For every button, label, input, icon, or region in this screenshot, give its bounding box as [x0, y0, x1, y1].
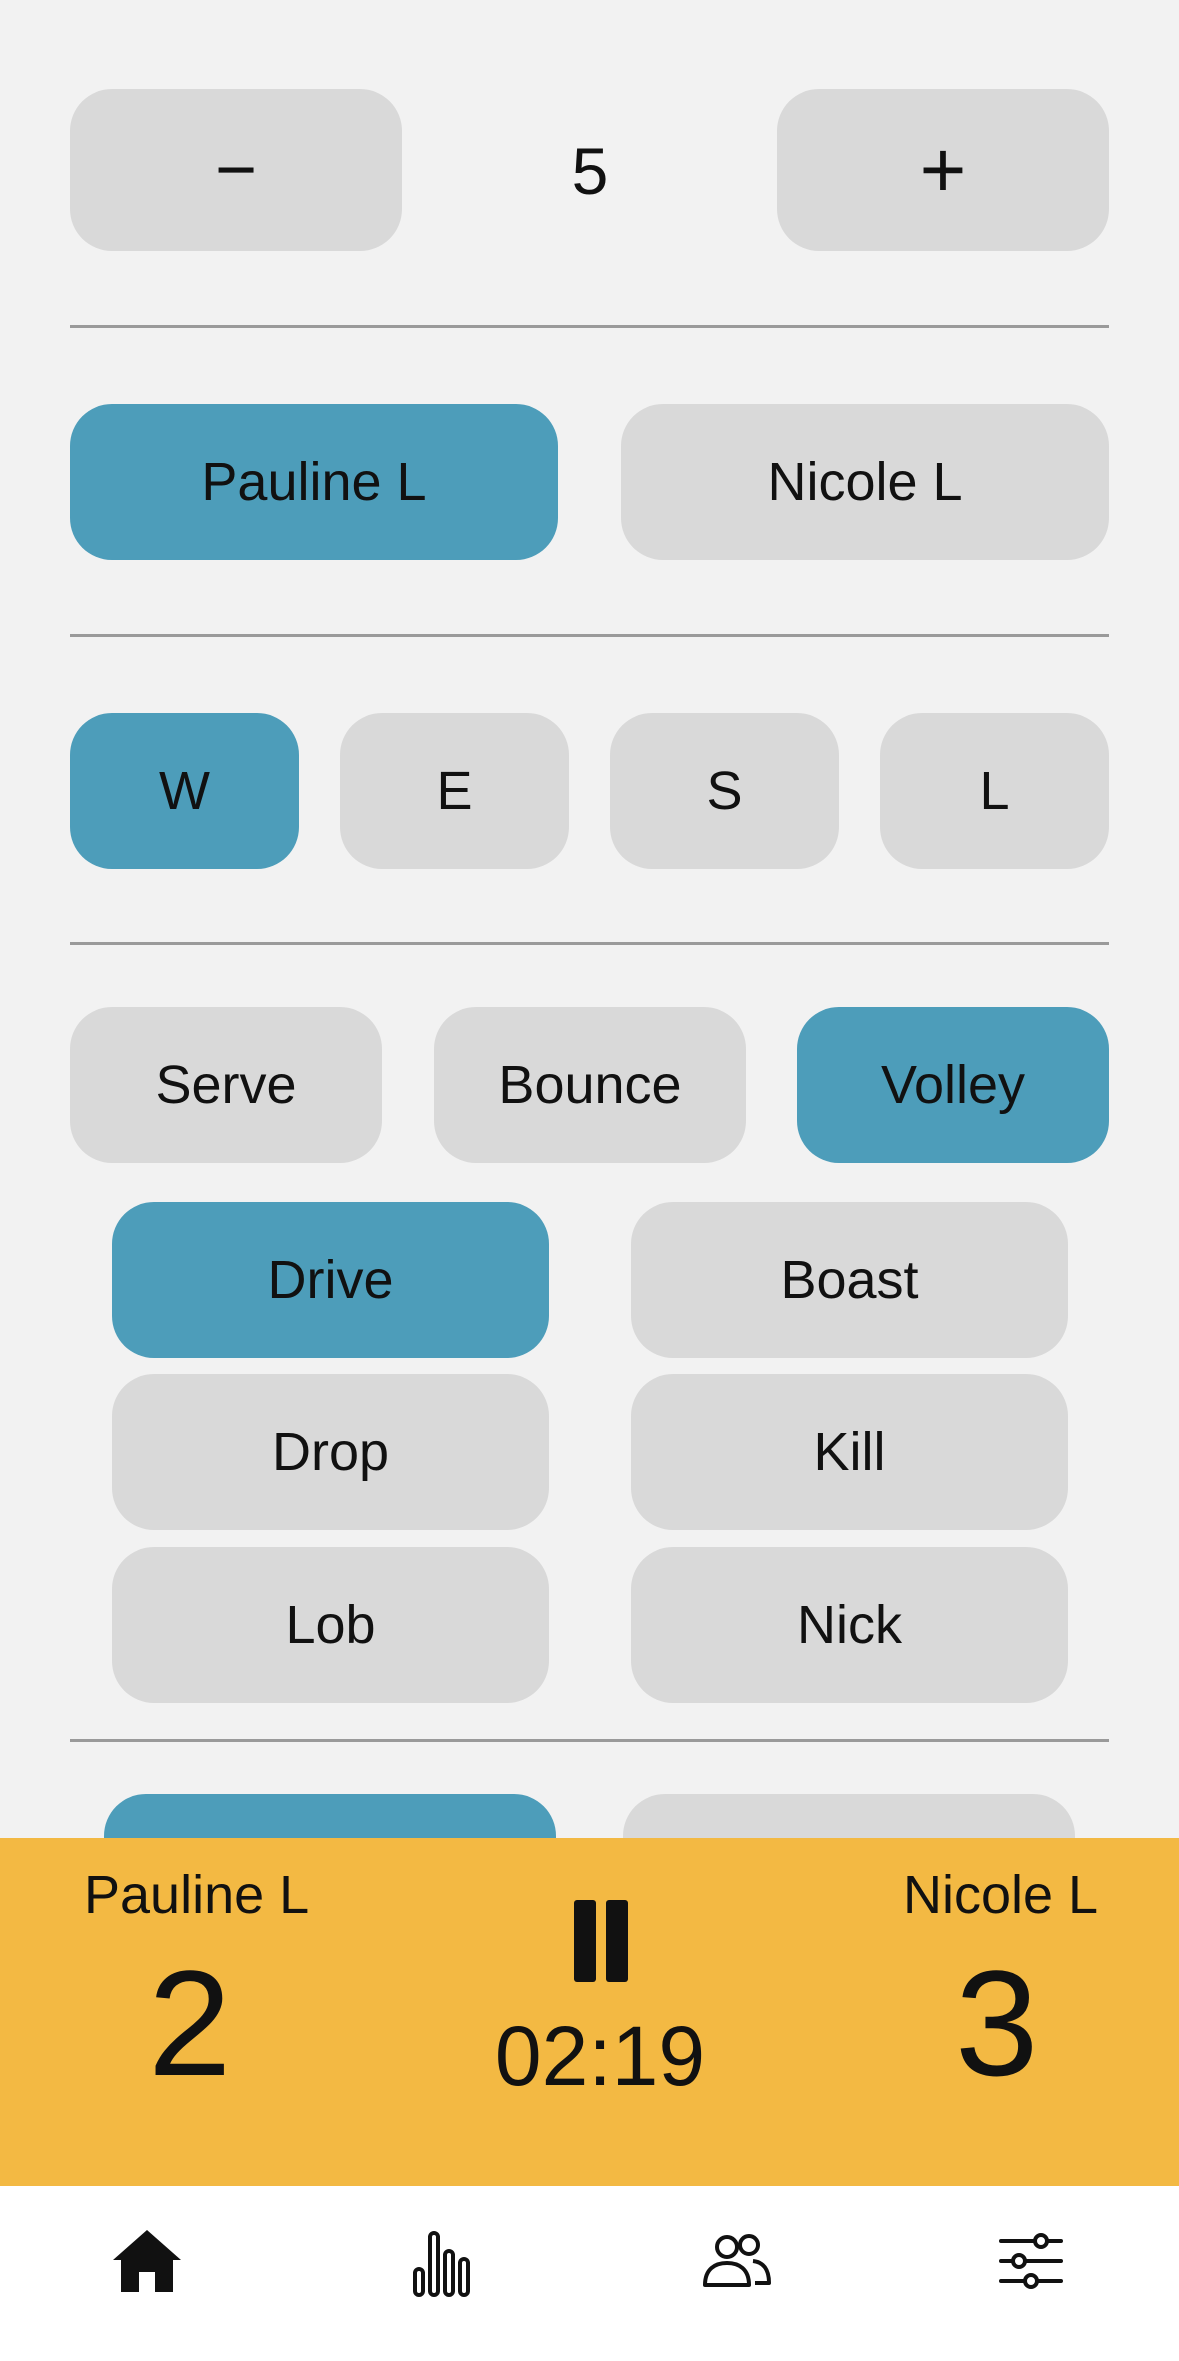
decrement-button[interactable]: − [70, 89, 402, 251]
left-player-name: Pauline L [84, 1865, 310, 1925]
tab-stats[interactable] [398, 2216, 488, 2306]
zone-button-w[interactable]: W [70, 713, 299, 869]
home-icon [113, 2230, 181, 2292]
match-timer: 02:19 [494, 2009, 706, 2103]
shot-type-bounce[interactable]: Bounce [434, 1007, 746, 1163]
divider [70, 1739, 1109, 1742]
stats-icon [413, 2231, 470, 2297]
zone-button-e[interactable]: E [340, 713, 569, 869]
shot-button-kill[interactable]: Kill [631, 1374, 1068, 1530]
shot-type-serve[interactable]: Serve [70, 1007, 382, 1163]
scoreboard: Pauline L 2 02:19 Nicole L 3 [0, 1838, 1179, 2186]
players-icon [703, 2234, 771, 2287]
divider [70, 325, 1109, 328]
count-value: 5 [571, 134, 609, 208]
tab-settings[interactable] [986, 2216, 1076, 2306]
player-button-pauline[interactable]: Pauline L [70, 404, 558, 560]
zone-button-l[interactable]: L [880, 713, 1109, 869]
divider [70, 942, 1109, 945]
settings-icon [999, 2233, 1063, 2289]
shot-type-volley[interactable]: Volley [797, 1007, 1109, 1163]
zone-button-s[interactable]: S [610, 713, 839, 869]
increment-button[interactable]: + [777, 89, 1109, 251]
player-button-nicole[interactable]: Nicole L [621, 404, 1109, 560]
tab-bar [0, 2186, 1179, 2361]
divider [70, 634, 1109, 637]
shot-button-drop[interactable]: Drop [112, 1374, 549, 1530]
left-player-score: 2 [148, 1939, 232, 2107]
right-player-name: Nicole L [903, 1865, 1099, 1925]
plus-icon: + [919, 125, 967, 214]
tab-home[interactable] [102, 2216, 192, 2306]
shot-button-drive[interactable]: Drive [112, 1202, 549, 1358]
tab-players[interactable] [692, 2216, 782, 2306]
shot-button-nick[interactable]: Nick [631, 1547, 1068, 1703]
right-player-score: 3 [955, 1939, 1039, 2107]
minus-icon: − [214, 130, 258, 210]
shot-button-lob[interactable]: Lob [112, 1547, 549, 1703]
shot-button-boast[interactable]: Boast [631, 1202, 1068, 1358]
pause-icon[interactable] [570, 1900, 630, 1982]
